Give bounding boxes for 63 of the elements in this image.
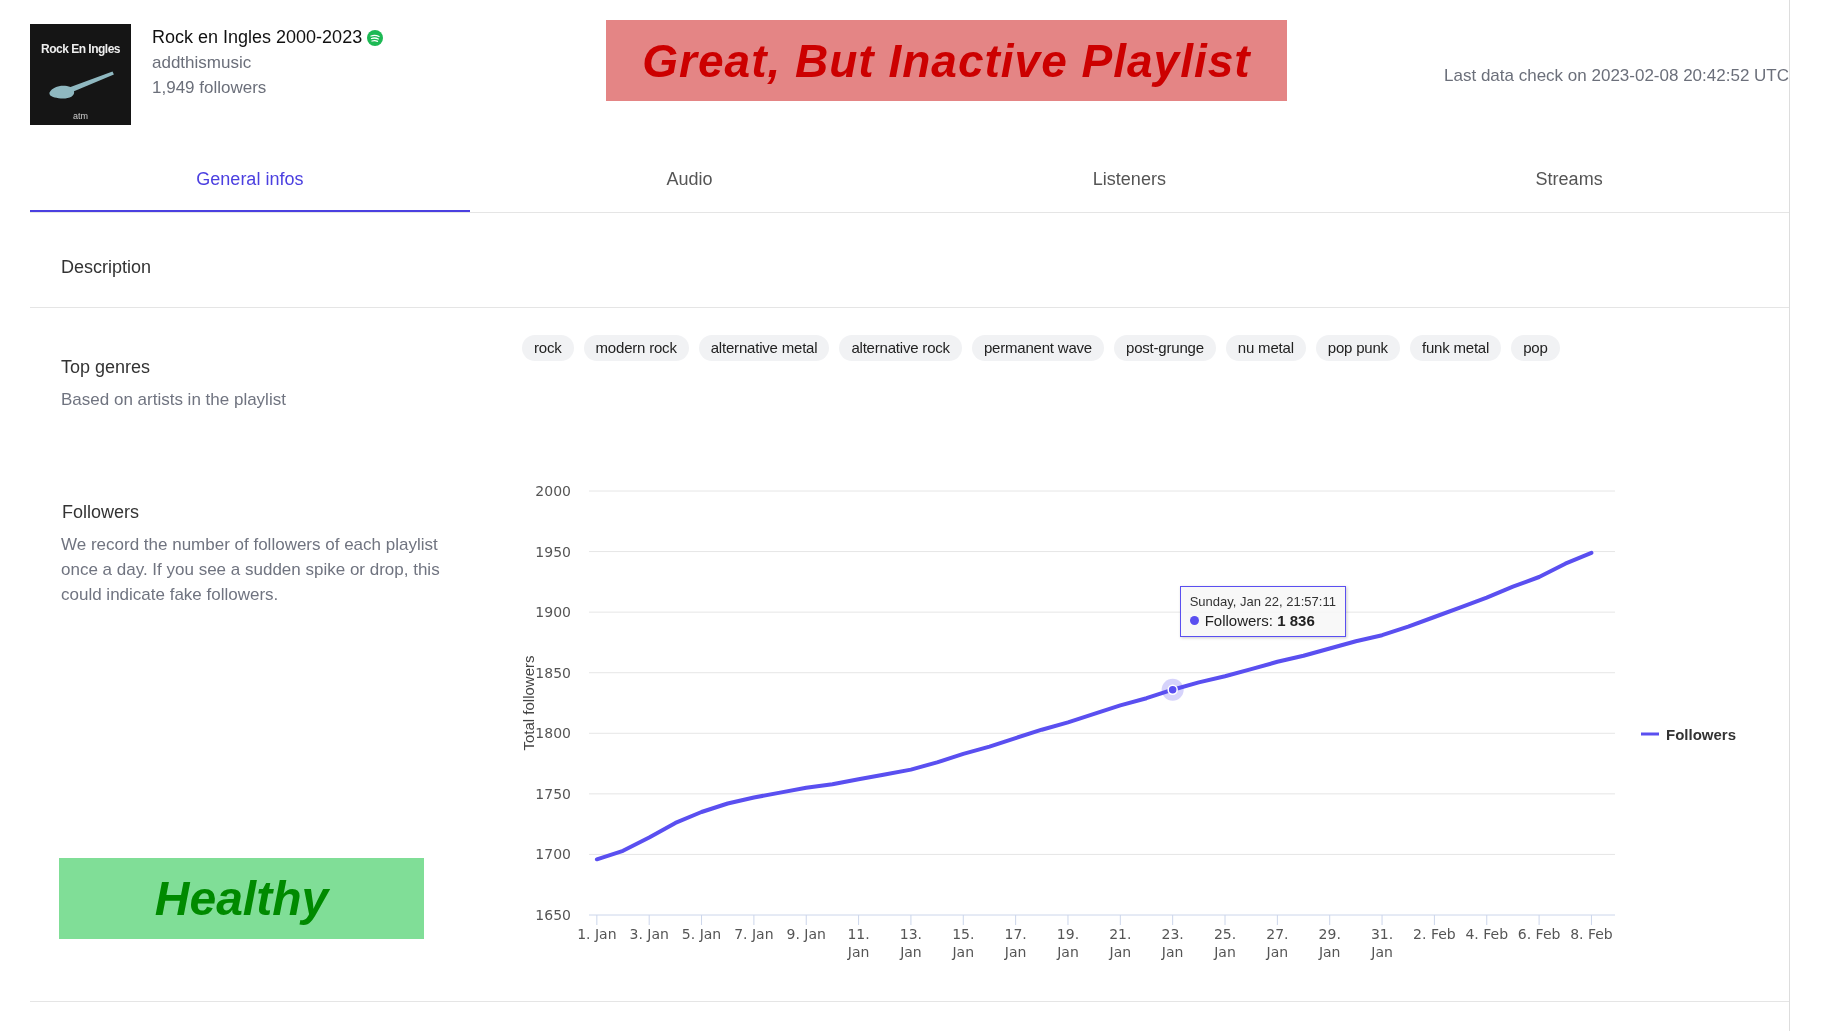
genre-tag: pop punk [1315, 335, 1400, 361]
x-tick-label: 31. Jan [1370, 926, 1394, 960]
x-tick-label: 21. Jan [1109, 926, 1132, 960]
cover-logo: atm [73, 111, 88, 121]
hover-marker [1161, 678, 1184, 701]
section-title: Followers [61, 502, 141, 523]
x-tick-label: 13. Jan [899, 926, 923, 960]
follower-count: 1,949 followers [152, 78, 268, 98]
section-title: Description [61, 256, 153, 278]
x-tick-label: 2. Feb [1413, 926, 1456, 942]
x-tick-label: 6. Feb [1517, 926, 1561, 942]
y-axis-title: Total followers [520, 655, 537, 751]
x-tick-label: 9. Jan [786, 926, 826, 942]
tab[interactable]: Streams [1349, 148, 1789, 212]
x-tick-label: 4. Feb [1465, 926, 1509, 942]
genre-tag: post-grunge [1114, 335, 1216, 361]
x-tick-label: 27. Jan [1266, 926, 1289, 960]
tab[interactable]: General infos [30, 148, 470, 212]
x-tick-label: 5. Jan [681, 926, 722, 942]
health-badge: Healthy [59, 858, 424, 939]
y-tick-label: 1650 [535, 907, 571, 923]
x-tick-label: 23. Jan [1161, 926, 1184, 960]
genre-tag: funk metal [1409, 335, 1502, 361]
genre-tag: permanent wave [971, 335, 1104, 361]
genre-tag: alternative metal [698, 335, 830, 361]
series-dot-icon [1189, 615, 1199, 625]
tooltip-date: Sunday, Jan 22, 21:57:11 [1189, 593, 1336, 609]
y-tick-label: 1850 [535, 664, 571, 681]
verdict-banner: Great, But Inactive Playlist [606, 20, 1287, 101]
x-tick-label: 25. Jan [1213, 926, 1237, 960]
genre-tag: rock [522, 335, 574, 361]
x-tick-label: 17. Jan [1004, 926, 1027, 960]
x-tick-label: 15. Jan [952, 926, 975, 960]
y-tick-label: 1950 [535, 543, 571, 560]
x-tick-label: 19. Jan [1056, 926, 1080, 960]
x-tick-label: 7. Jan [734, 926, 774, 942]
y-tick-label: 2000 [535, 483, 571, 499]
music-service-icon [367, 29, 384, 46]
y-tick-label: 1750 [535, 785, 571, 802]
tab[interactable]: Audio [469, 148, 910, 212]
section-title: Top genres [61, 357, 152, 378]
genre-tag: pop [1511, 335, 1560, 361]
tab[interactable]: Listeners [909, 148, 1350, 212]
legend-line-icon [1641, 732, 1659, 736]
playlist-owner[interactable]: addthismusic [152, 53, 384, 73]
genre-tag: alternative rock [839, 335, 962, 361]
x-tick-label: 29. Jan [1318, 926, 1341, 960]
legend-label: Followers [1666, 726, 1736, 743]
genre-tag: modern rock [583, 335, 689, 361]
section-description: We record the number of followers of each playlist once a day. If you see a sudden spike or drop, this could indicate fake followers. [61, 534, 441, 606]
y-tick-label: 1800 [535, 725, 571, 742]
cover-title: Rock En Ingles [41, 42, 120, 56]
tooltip-value: Followers: 1 836 [1204, 611, 1315, 629]
section-description: Based on artists in the playlist [61, 389, 287, 411]
y-tick-label: 1900 [535, 604, 571, 621]
playlist-title: Rock en Ingles 2000-2023 [152, 27, 363, 48]
x-tick-label: 3. Jan [629, 926, 669, 942]
last-check-text: Last data check on 2023-02-08 20:42:52 UTC [1444, 66, 1789, 86]
x-tick-label: 1. Jan [577, 926, 617, 942]
x-tick-label: 11. Jan [847, 926, 870, 960]
y-tick-label: 1700 [535, 846, 571, 863]
x-tick-label: 8. Feb [1570, 926, 1613, 942]
genre-tag: nu metal [1225, 335, 1306, 361]
